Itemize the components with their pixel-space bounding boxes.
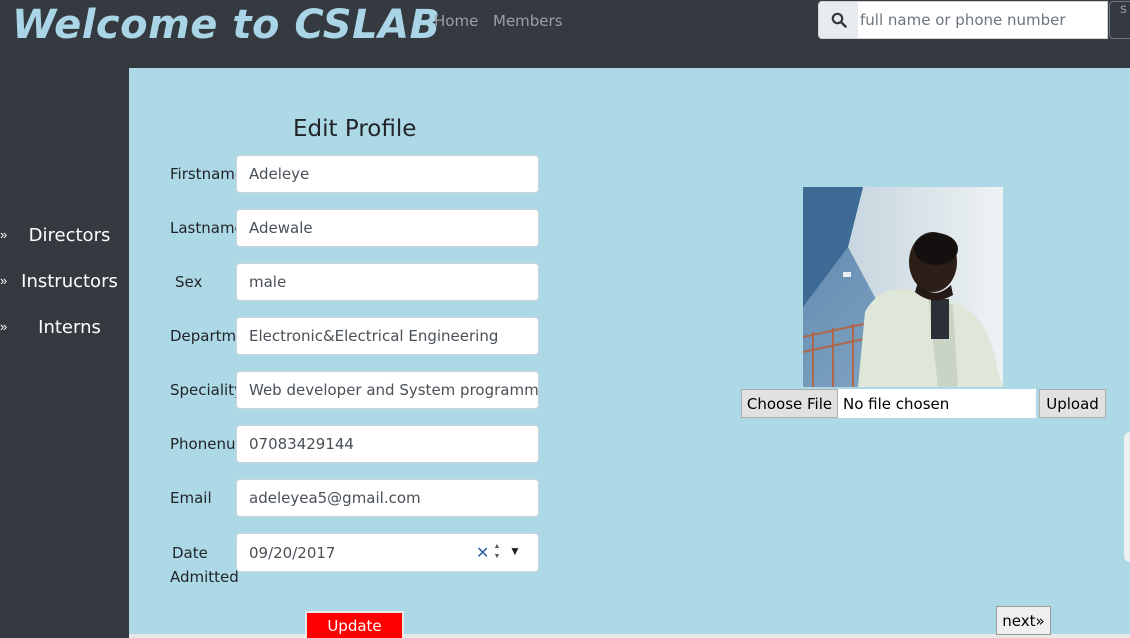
sex-field[interactable]: male <box>236 263 539 301</box>
speciality-label: Speciality <box>170 381 236 399</box>
search-submit-button[interactable]: s <box>1109 1 1130 39</box>
choose-file-button[interactable]: Choose File <box>741 389 838 418</box>
nav-link-home[interactable]: Home <box>434 12 478 30</box>
form-title: Edit Profile <box>293 116 417 142</box>
email-field[interactable]: adeleyea5@gmail.com <box>236 479 539 517</box>
lastname-label: Lastname <box>170 219 236 237</box>
update-button[interactable]: Update <box>305 611 404 638</box>
spinner-icon[interactable]: ▲ ▼ <box>492 542 502 562</box>
profile-photo-image <box>803 187 1003 387</box>
sex-label: Sex <box>175 273 203 291</box>
search-input[interactable] <box>858 1 1108 39</box>
sidebar-item-label: Interns <box>38 317 101 338</box>
sidebar-item-label: Instructors <box>21 271 118 292</box>
brand-title[interactable]: Welcome to CSLAB <box>12 2 441 48</box>
clear-icon[interactable]: ✕ <box>476 543 489 563</box>
date-value: 09/20/2017 <box>249 543 336 562</box>
file-status: No file chosen <box>838 389 1036 418</box>
date-label-line1: Date <box>172 544 208 562</box>
scroll-edge <box>1124 432 1130 562</box>
chevron-right-icon: » <box>0 319 8 334</box>
next-button[interactable]: next» <box>996 606 1051 635</box>
search-icon <box>831 12 847 28</box>
sidebar-item-interns[interactable]: » Interns <box>0 313 129 343</box>
upload-button[interactable]: Upload <box>1039 389 1106 418</box>
lastname-field[interactable]: Adewale <box>236 209 539 247</box>
sidebar-item-directors[interactable]: » Directors <box>0 221 129 251</box>
speciality-field[interactable]: Web developer and System programmer <box>236 371 539 409</box>
dropdown-arrow-icon[interactable]: ▼ <box>509 544 521 558</box>
department-field[interactable]: Electronic&Electrical Engineering <box>236 317 539 355</box>
sidebar-item-label: Directors <box>28 225 111 246</box>
bottom-divider <box>129 634 1130 638</box>
date-label-line2: Admitted <box>170 568 239 586</box>
nav-link-members[interactable]: Members <box>493 12 563 30</box>
department-label: Department <box>170 327 236 345</box>
email-label: Email <box>170 489 212 507</box>
chevron-right-icon: » <box>0 227 8 242</box>
firstname-label: Firstname <box>170 165 236 183</box>
top-navbar: Welcome to CSLAB Home Members s <box>0 0 1130 68</box>
profile-photo <box>803 187 1003 387</box>
firstname-field[interactable]: Adeleye <box>236 155 539 193</box>
sidebar-item-instructors[interactable]: » Instructors <box>0 267 129 297</box>
sidebar: » Directors » Instructors » Interns <box>0 68 129 638</box>
phonenumber-label: Phonenumber <box>170 435 236 453</box>
date-admitted-label: Date Admitted <box>170 541 240 589</box>
phonenumber-field[interactable]: 07083429144 <box>236 425 539 463</box>
search-icon-button[interactable] <box>818 1 859 39</box>
chevron-right-icon: » <box>0 273 8 288</box>
